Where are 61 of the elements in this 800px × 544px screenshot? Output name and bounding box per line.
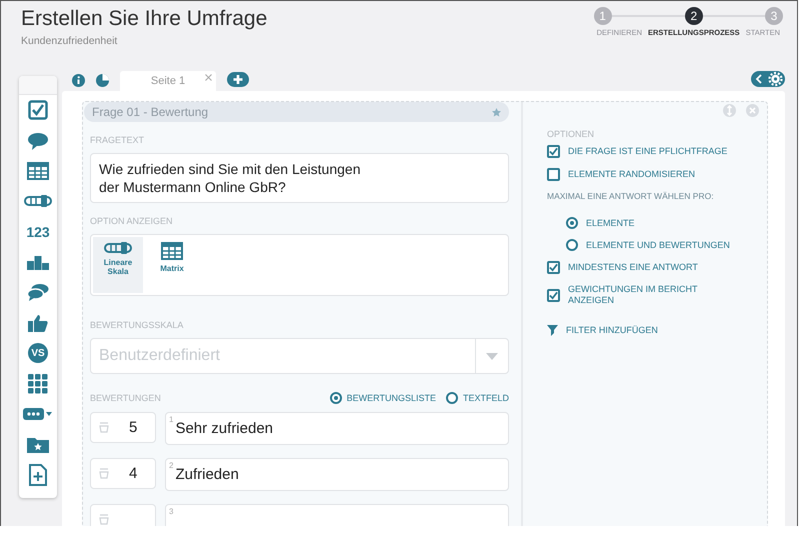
- section-label: FRAGETEXT: [90, 135, 146, 145]
- weight-field[interactable]: 4: [90, 458, 156, 489]
- checkbox[interactable]: [547, 168, 560, 181]
- info-icon[interactable]: [72, 74, 85, 87]
- checkbox-icon[interactable]: [28, 100, 48, 120]
- number-icon[interactable]: 123: [26, 224, 50, 240]
- page-tab[interactable]: Seite 1: [120, 71, 216, 91]
- star-folder-icon[interactable]: [27, 435, 49, 454]
- display-option[interactable]: Matrix: [147, 237, 197, 293]
- more-icon[interactable]: [23, 408, 53, 420]
- chat-bubbles-icon[interactable]: [27, 283, 49, 302]
- survey-name: Kundenzufriedenheit: [21, 35, 118, 47]
- thumbs-up-icon[interactable]: [28, 314, 48, 332]
- weight-field[interactable]: 5: [90, 412, 156, 443]
- filter-icon: [547, 324, 558, 336]
- section-label: BEWERTUNGEN: [90, 393, 161, 403]
- add-page-icon[interactable]: [29, 464, 47, 486]
- rating-label-field[interactable]: 3: [165, 504, 509, 526]
- checkbox-option[interactable]: GEWICHTUNGEN IM BERICHT ANZEIGEN: [547, 284, 757, 306]
- step-number[interactable]: 2: [684, 7, 703, 25]
- rating-label-field[interactable]: $^{2}$ Zufrieden: [165, 458, 509, 491]
- radio-option[interactable]: ELEMENTE: [566, 217, 757, 229]
- radio-option[interactable]: ELEMENTE UND BEWERTUNGEN: [566, 239, 757, 251]
- radio-option[interactable]: BEWERTUNGSLISTE: [330, 392, 436, 404]
- checkbox[interactable]: [547, 288, 560, 302]
- radio-option[interactable]: TEXTFELD: [446, 392, 509, 404]
- grid-icon[interactable]: [28, 374, 48, 394]
- checkbox-option[interactable]: ELEMENTE RANDOMISIEREN: [547, 168, 757, 181]
- options-title: OPTIONEN: [547, 129, 596, 139]
- section-label: OPTION ANZEIGEN: [90, 216, 174, 226]
- section-label: BEWERTUNGSSKALA: [90, 320, 184, 330]
- options-note: MAXIMAL EINE ANTWORT WÄHLEN PRO:: [547, 191, 715, 201]
- add-page-button[interactable]: [227, 72, 249, 87]
- weight-field[interactable]: [90, 504, 156, 526]
- speech-bubble-icon[interactable]: [27, 132, 49, 150]
- caret-icon: [486, 352, 498, 360]
- table-icon: [161, 242, 183, 260]
- display-option[interactable]: Lineare Skala: [93, 237, 143, 293]
- checkbox-option[interactable]: MINDESTENS EINE ANTWORT: [547, 261, 757, 274]
- add-filter-link[interactable]: FILTER HINZUFÜGEN: [547, 324, 757, 336]
- slider-icon: [104, 242, 132, 254]
- checkbox-option[interactable]: DIE FRAGE IST EINE PFLICHTFRAGE: [547, 145, 757, 158]
- checkmark-icon: [549, 147, 558, 156]
- checkmark-icon: [549, 263, 558, 272]
- podium-icon[interactable]: [27, 254, 49, 270]
- star-icon[interactable]: [492, 108, 501, 116]
- page-title: Erstellen Sie Ihre Umfrage: [21, 7, 268, 31]
- weight-icon: [99, 422, 109, 433]
- versus-icon[interactable]: VS: [28, 343, 48, 364]
- checkbox[interactable]: [547, 145, 560, 158]
- checkbox[interactable]: [547, 261, 560, 274]
- weight-icon: [99, 468, 109, 479]
- checkmark-icon: [549, 290, 558, 300]
- pie-chart-icon[interactable]: [96, 74, 109, 87]
- slider-icon[interactable]: [24, 195, 52, 208]
- question-title: Frage 01 - Bewertung: [92, 105, 208, 119]
- weight-icon: [99, 514, 109, 525]
- rating-label-field[interactable]: $^{1}$ Sehr zufrieden: [165, 412, 509, 445]
- table-icon[interactable]: [27, 162, 49, 180]
- settings-button[interactable]: [751, 71, 785, 87]
- question-text-field[interactable]: Wie zufrieden sind Sie mit den Leistungen der Mustermann Online GbR?: [90, 153, 509, 203]
